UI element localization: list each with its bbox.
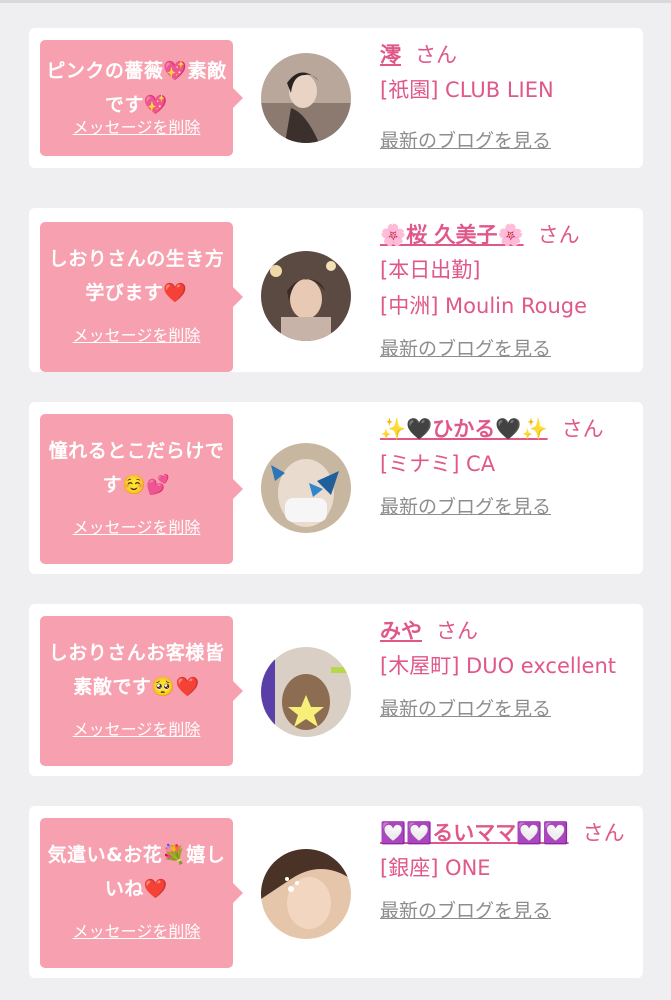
message-card: しおりさんの生き方学びます❤️ メッセージを削除 🌸桜 久美子🌸 さん [本日出勤… bbox=[29, 208, 643, 372]
message-bubble: しおりさんお客様皆素敵です🥺❤️ メッセージを削除 bbox=[40, 616, 243, 766]
honorific: さん bbox=[561, 417, 604, 441]
delete-message-link[interactable]: メッセージを削除 bbox=[40, 114, 233, 138]
shop-info: [祇園] CLUB LIEN bbox=[380, 78, 554, 102]
latest-blog-link[interactable]: 最新のブログを見る bbox=[380, 126, 633, 153]
message-card: ピンクの薔薇💖素敵です💖 メッセージを削除 澪さん [祇園] CLUB LIEN… bbox=[29, 28, 643, 168]
cast-info: 💟💟るいママ💟💟 さん [銀座] ONE 最新のブログを見る bbox=[380, 816, 633, 923]
latest-blog-link[interactable]: 最新のブログを見る bbox=[380, 694, 633, 721]
cast-name-link[interactable]: みや bbox=[380, 619, 422, 643]
honorific: さん bbox=[436, 619, 478, 643]
cast-name-link[interactable]: ✨🖤ひかる🖤✨ bbox=[380, 417, 548, 441]
cast-name-link[interactable]: 🌸桜 久美子🌸 bbox=[380, 223, 524, 247]
honorific: さん bbox=[415, 43, 457, 67]
message-text: しおりさんお客様皆素敵です🥺❤️ bbox=[48, 642, 225, 698]
latest-blog-link[interactable]: 最新のブログを見る bbox=[380, 334, 633, 361]
message-text: ピンクの薔薇💖素敵です💖 bbox=[46, 60, 227, 116]
cast-info: 澪さん [祇園] CLUB LIEN 最新のブログを見る bbox=[380, 38, 633, 153]
message-card: しおりさんお客様皆素敵です🥺❤️ メッセージを削除 みや さん [木屋町] DUO… bbox=[29, 604, 643, 776]
delete-message-link[interactable]: メッセージを削除 bbox=[40, 918, 233, 942]
delete-message-link[interactable]: メッセージを削除 bbox=[40, 716, 233, 740]
top-divider bbox=[0, 0, 671, 3]
message-text: 憧れるとこだらけです☺️💕 bbox=[48, 440, 225, 496]
avatar[interactable] bbox=[261, 849, 351, 939]
shop-info: [ミナミ] CA bbox=[380, 452, 496, 476]
cast-info: ✨🖤ひかる🖤✨ さん [ミナミ] CA 最新のブログを見る bbox=[380, 412, 633, 519]
honorific: さん bbox=[582, 821, 625, 845]
avatar[interactable] bbox=[261, 251, 351, 341]
message-list: ピンクの薔薇💖素敵です💖 メッセージを削除 澪さん [祇園] CLUB LIEN… bbox=[29, 28, 643, 978]
shop-info: [中洲] Moulin Rouge bbox=[380, 294, 588, 318]
message-bubble: 気遣い&お花💐嬉しいね❤️ メッセージを削除 bbox=[40, 818, 243, 968]
cast-info: みや さん [木屋町] DUO excellent 最新のブログを見る bbox=[380, 614, 633, 721]
message-card: 憧れるとこだらけです☺️💕 メッセージを削除 ✨🖤ひかる🖤✨ さん [ミナミ] C… bbox=[29, 402, 643, 574]
latest-blog-link[interactable]: 最新のブログを見る bbox=[380, 896, 633, 923]
shop-info: [銀座] ONE bbox=[380, 856, 491, 880]
message-card: 気遣い&お花💐嬉しいね❤️ メッセージを削除 💟💟るいママ💟💟 さん [銀座] O… bbox=[29, 806, 643, 978]
message-text: しおりさんの生き方学びます❤️ bbox=[48, 248, 225, 304]
status-info: [本日出勤] bbox=[380, 258, 481, 282]
avatar[interactable] bbox=[261, 53, 351, 143]
shop-info: [木屋町] DUO excellent bbox=[380, 654, 617, 678]
message-bubble: ピンクの薔薇💖素敵です💖 メッセージを削除 bbox=[40, 40, 243, 156]
avatar[interactable] bbox=[261, 647, 351, 737]
cast-name-link[interactable]: 澪 bbox=[380, 43, 401, 67]
delete-message-link[interactable]: メッセージを削除 bbox=[40, 322, 233, 346]
cast-info: 🌸桜 久美子🌸 さん [本日出勤] [中洲] Moulin Rouge 最新のブロ… bbox=[380, 218, 633, 361]
avatar[interactable] bbox=[261, 443, 351, 533]
message-bubble: 憧れるとこだらけです☺️💕 メッセージを削除 bbox=[40, 414, 243, 564]
cast-name-link[interactable]: 💟💟るいママ💟💟 bbox=[380, 821, 569, 845]
message-bubble: しおりさんの生き方学びます❤️ メッセージを削除 bbox=[40, 222, 243, 372]
latest-blog-link[interactable]: 最新のブログを見る bbox=[380, 492, 633, 519]
honorific: さん bbox=[537, 223, 580, 247]
message-text: 気遣い&お花💐嬉しいね❤️ bbox=[47, 844, 226, 900]
delete-message-link[interactable]: メッセージを削除 bbox=[40, 514, 233, 538]
